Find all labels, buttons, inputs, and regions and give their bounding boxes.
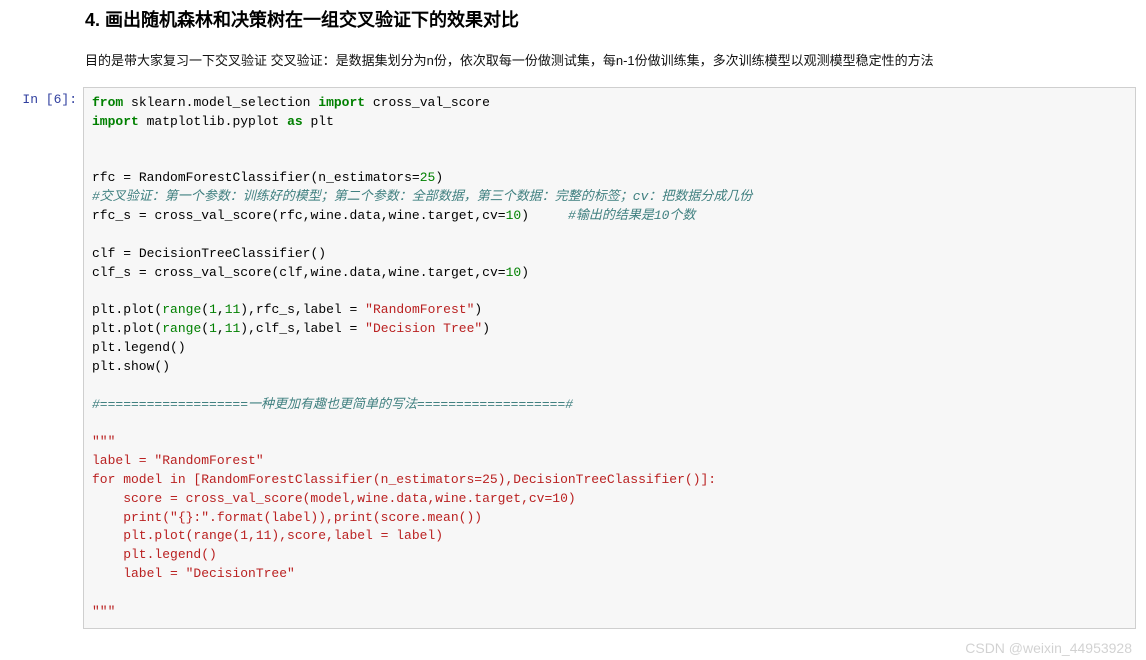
code-module: matplotlib.pyplot — [147, 114, 280, 129]
cell-prompt: In [6]: — [5, 87, 83, 629]
code-keyword: import — [318, 95, 365, 110]
code-cell: In [6]: from sklearn.model_selection imp… — [5, 87, 1136, 629]
code-paren: ), — [240, 321, 256, 336]
code-builtin: range — [162, 321, 201, 336]
code-kwarg: label — [303, 321, 342, 336]
code-var: clf — [92, 246, 115, 261]
code-arg: wine.target, — [389, 265, 483, 280]
code-arg: clf_s, — [256, 321, 303, 336]
code-docstring-line: label = "RandomForest" — [92, 453, 264, 468]
code-arg: rfc_s, — [256, 302, 303, 317]
code-docstring-line: for model in [RandomForestClassifier(n_e… — [92, 472, 716, 487]
code-kwarg: cv — [482, 265, 498, 280]
code-paren: ), — [240, 302, 256, 317]
code-paren: ) — [435, 170, 443, 185]
code-module: sklearn.model_selection — [131, 95, 310, 110]
code-keyword: as — [287, 114, 303, 129]
code-arg: wine.data, — [311, 265, 389, 280]
code-eq: = — [123, 246, 131, 261]
code-comment: #交叉验证：第一个参数：训练好的模型；第二个参数：全部数据，第三个数据：完整的标… — [92, 189, 752, 204]
code-paren: ) — [474, 302, 482, 317]
code-arg: wine.data, — [311, 208, 389, 223]
code-docstring-line: label = "DecisionTree" — [92, 566, 295, 581]
code-comma: , — [217, 302, 225, 317]
code-eq: = — [139, 265, 147, 280]
code-eq: = — [123, 170, 131, 185]
code-kwarg: cv — [482, 208, 498, 223]
code-paren: ( — [201, 302, 209, 317]
code-docstring-line: score = cross_val_score(model,wine.data,… — [92, 491, 576, 506]
code-var: rfc_s — [92, 208, 131, 223]
code-arg: rfc, — [279, 208, 310, 223]
code-obj: plt.plot — [92, 321, 154, 336]
code-kwarg: label — [303, 302, 342, 317]
code-eq: = — [139, 208, 147, 223]
code-fn: cross_val_score — [154, 208, 271, 223]
code-arg: wine.target, — [389, 208, 483, 223]
code-class: RandomForestClassifier — [139, 170, 311, 185]
code-number: 1 — [209, 302, 217, 317]
code-eq: = — [350, 302, 358, 317]
code-docstring-line: print("{}:".format(label)),print(score.m… — [92, 510, 482, 525]
code-number: 10 — [506, 265, 522, 280]
section-heading: 4. 画出随机森林和决策树在一组交叉验证下的效果对比 — [85, 6, 1136, 32]
code-fn: cross_val_score — [154, 265, 271, 280]
code-var: clf_s — [92, 265, 131, 280]
code-keyword: import — [92, 114, 139, 129]
code-assign: = — [498, 265, 506, 280]
code-comment: #===================一种更加有趣也更简单的写法=======… — [92, 397, 573, 412]
code-string: "RandomForest" — [365, 302, 474, 317]
code-name: cross_val_score — [373, 95, 490, 110]
code-number: 11 — [225, 302, 241, 317]
code-string: "Decision Tree" — [365, 321, 482, 336]
code-obj: plt.plot — [92, 302, 154, 317]
code-paren: ) — [318, 246, 326, 261]
code-builtin: range — [162, 302, 201, 317]
code-assign: = — [412, 170, 420, 185]
code-number: 1 — [209, 321, 217, 336]
code-arg: n_estimators — [318, 170, 412, 185]
code-string: """ — [92, 604, 115, 619]
code-comma: , — [217, 321, 225, 336]
code-keyword: from — [92, 95, 123, 110]
code-string: """ — [92, 434, 115, 449]
section-description: 目的是带大家复习一下交叉验证 交叉验证：是数据集划分为n份，依次取每一份做测试集… — [85, 50, 1136, 69]
code-assign: = — [498, 208, 506, 223]
code-number: 11 — [225, 321, 241, 336]
code-eq: = — [350, 321, 358, 336]
code-number: 25 — [420, 170, 436, 185]
code-input-area[interactable]: from sklearn.model_selection import cros… — [83, 87, 1136, 629]
code-docstring-line: plt.plot(range(1,11),score,label = label… — [92, 528, 443, 543]
code-paren: ( — [201, 321, 209, 336]
code-arg: clf, — [279, 265, 310, 280]
code-paren: ) — [482, 321, 490, 336]
code-number: 10 — [506, 208, 522, 223]
code-class: DecisionTreeClassifier — [139, 246, 311, 261]
code-paren: ) — [521, 208, 529, 223]
code-comment: #输出的结果是10个数 — [568, 208, 695, 223]
code-alias: plt — [310, 114, 333, 129]
notebook-cell-wrapper: 4. 画出随机森林和决策树在一组交叉验证下的效果对比 目的是带大家复习一下交叉验… — [0, 6, 1146, 629]
code-docstring-line: plt.legend() — [92, 547, 217, 562]
code-line: plt.show() — [92, 359, 170, 374]
code-var: rfc — [92, 170, 115, 185]
code-paren: ) — [521, 265, 529, 280]
code-line: plt.legend() — [92, 340, 186, 355]
code-space — [529, 208, 568, 223]
